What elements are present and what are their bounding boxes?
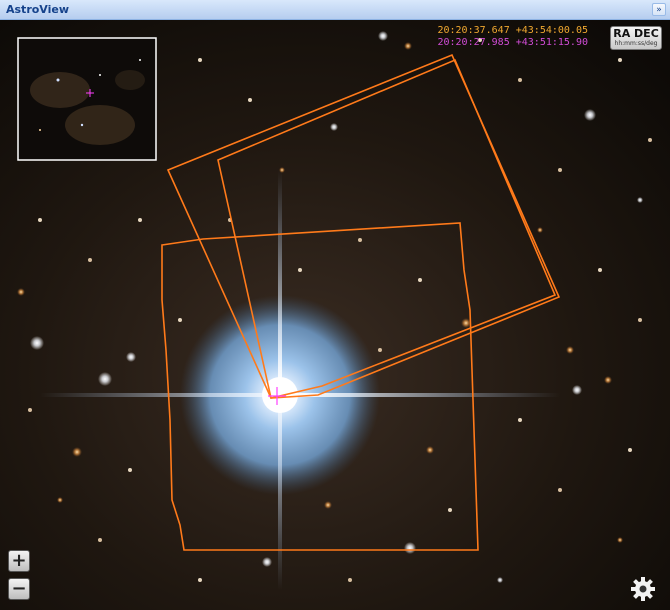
sky-viewer[interactable]: 20:20:37.647 +43:54:00.05 20:20:27.985 +… [0, 20, 670, 610]
center-ra: 20:20:27.985 [437, 37, 510, 48]
sky-canvas[interactable] [0, 20, 670, 610]
cursor-coordinates: 20:20:37.647 +43:54:00.05 [437, 25, 588, 37]
center-dec: +43:51:15.90 [515, 37, 588, 48]
cursor-dec: +43:54:00.05 [515, 25, 588, 36]
minus-icon: − [11, 578, 27, 599]
coordinate-format-sublabel: hh:mm:ss/deg [614, 40, 658, 47]
center-coordinates: 20:20:27.985 +43:51:15.90 [437, 37, 588, 49]
astroview-window: AstroView » 20:20:37.647 +43:54:00.05 20… [0, 0, 670, 610]
cursor-ra: 20:20:37.647 [437, 25, 510, 36]
collapse-button[interactable]: » [652, 3, 666, 16]
gear-icon[interactable] [630, 576, 656, 602]
coordinate-readout: 20:20:37.647 +43:54:00.05 20:20:27.985 +… [437, 25, 588, 49]
zoom-out-button[interactable]: − [8, 578, 30, 600]
overview-thumbnail[interactable] [17, 37, 157, 161]
coordinate-format-toggle[interactable]: RA DEC hh:mm:ss/deg [610, 26, 662, 50]
zoom-in-button[interactable]: + [8, 550, 30, 572]
title-bar: AstroView » [0, 0, 670, 20]
plus-icon: + [11, 550, 27, 571]
coordinate-format-label: RA DEC [613, 27, 659, 40]
double-chevron-right-icon: » [656, 5, 662, 15]
window-title: AstroView [6, 3, 70, 16]
